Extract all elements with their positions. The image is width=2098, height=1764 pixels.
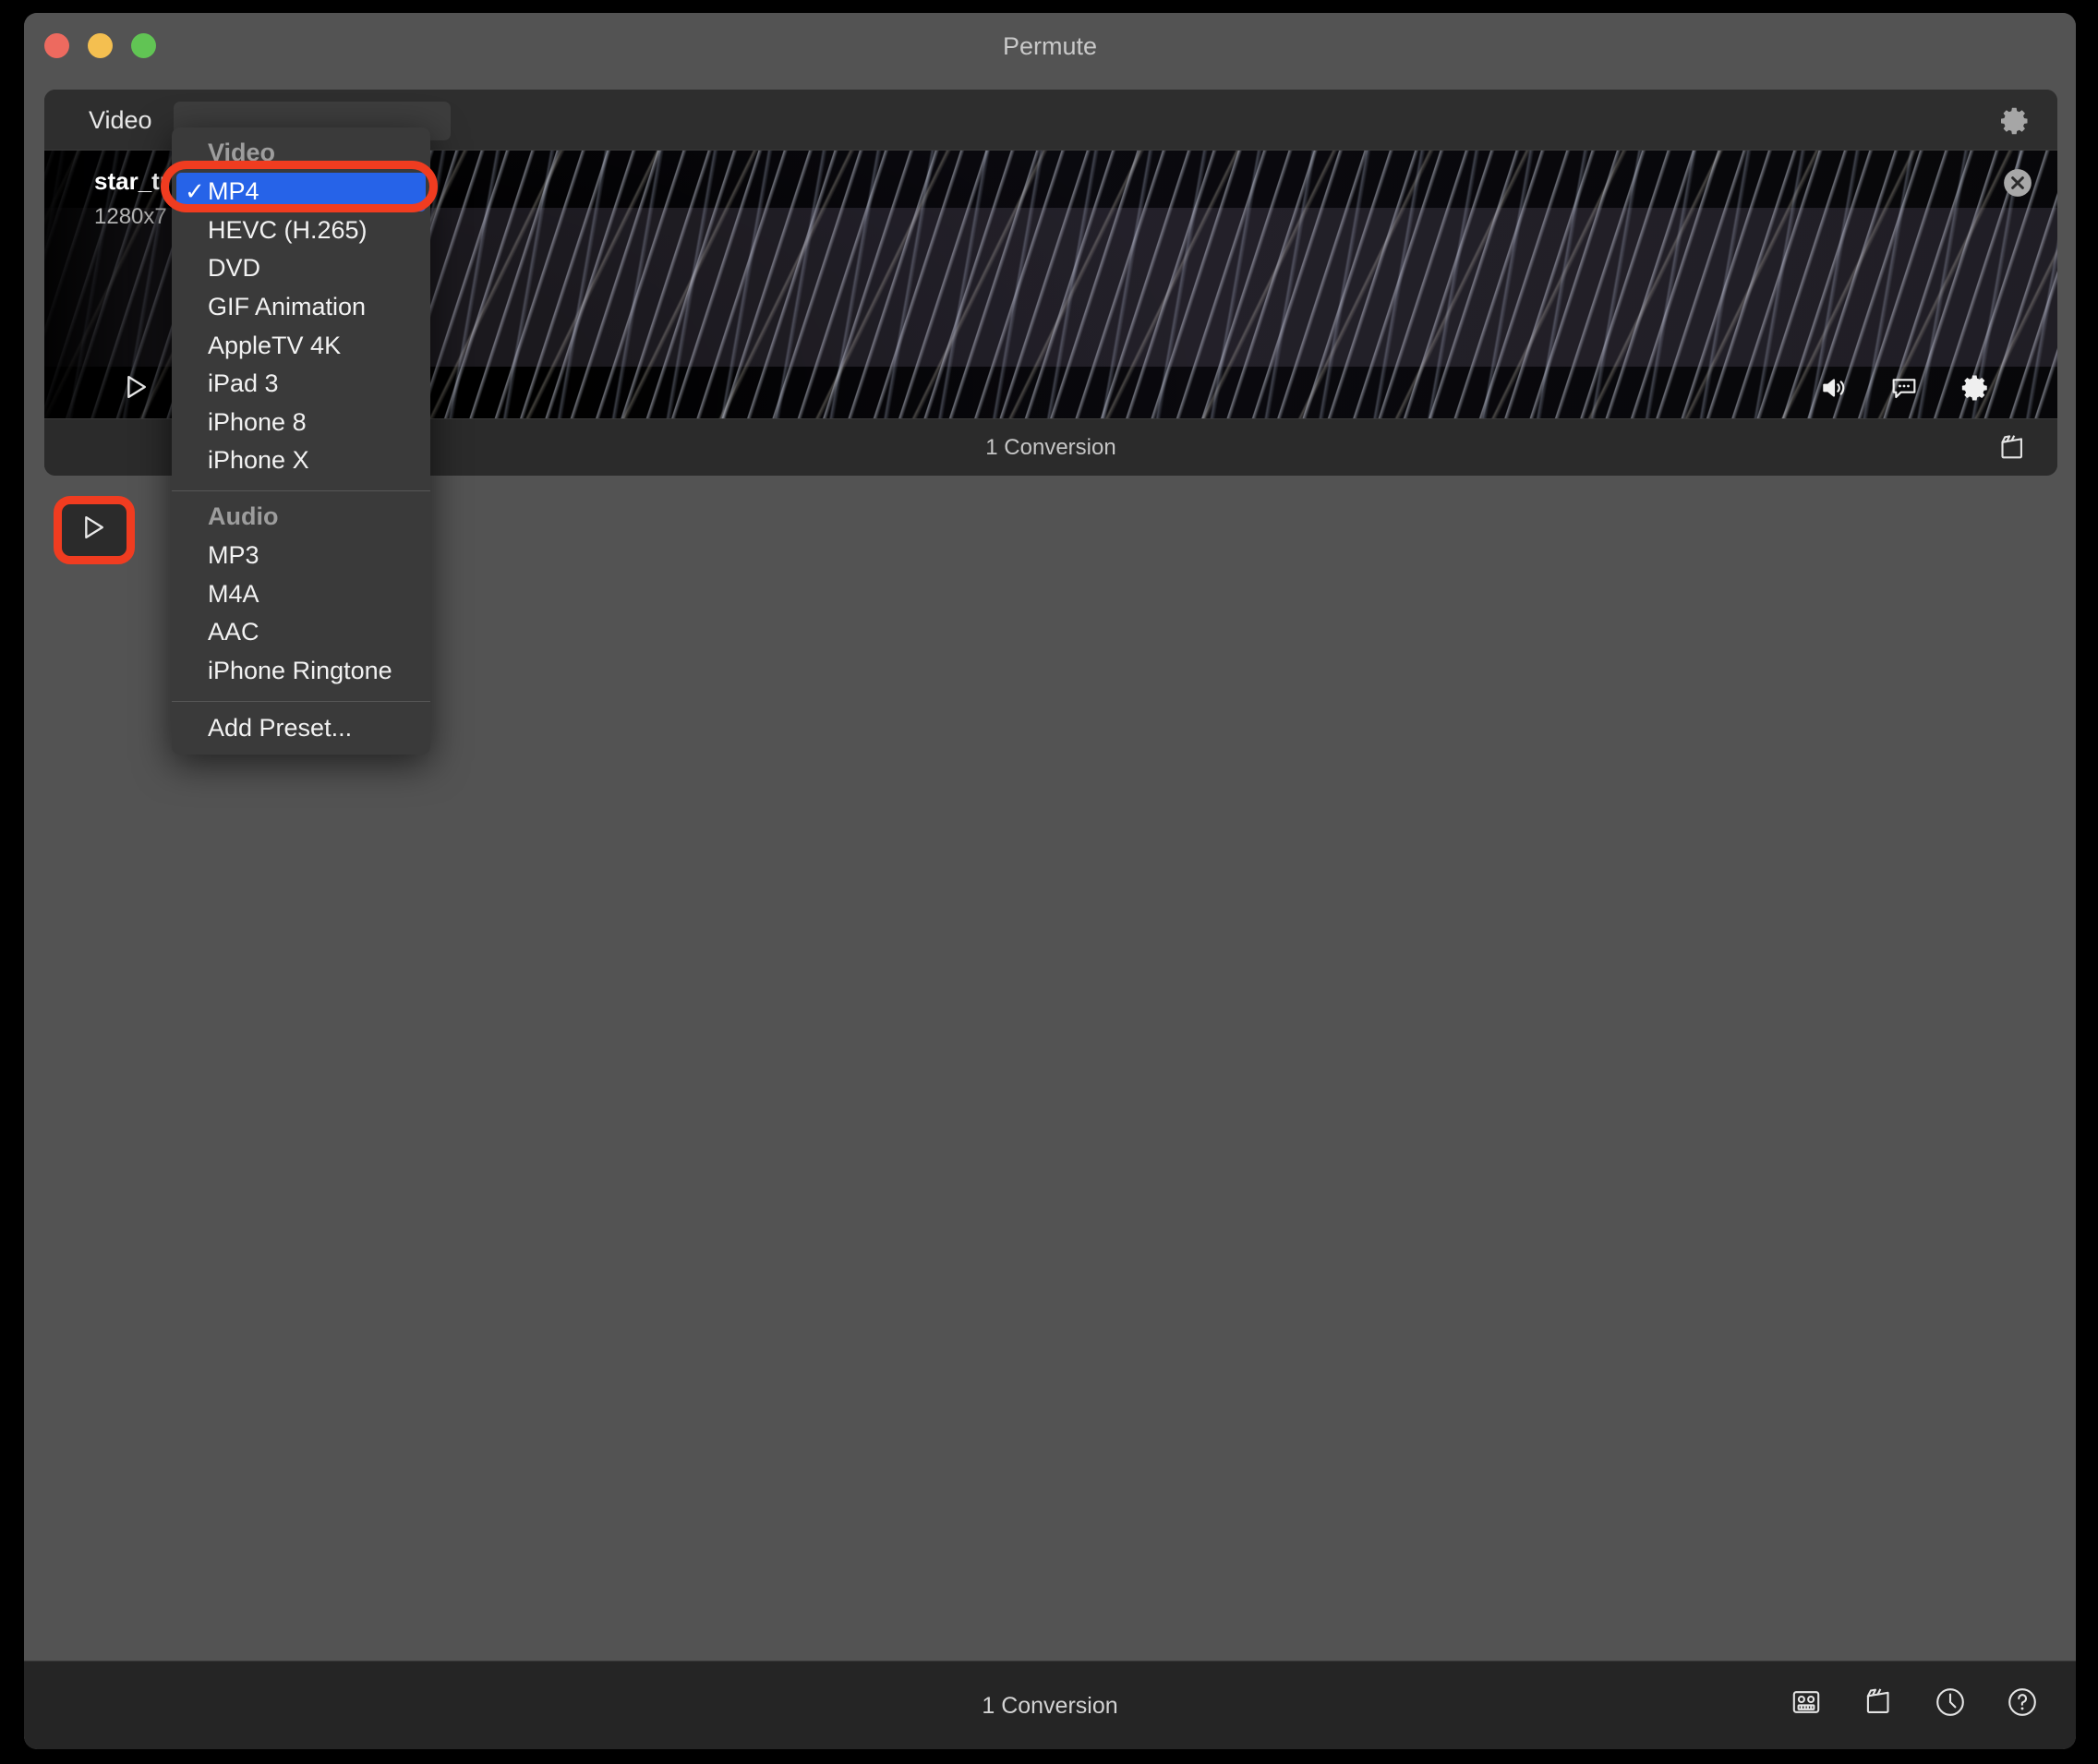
bottom-status-bar: 1 Conversion	[24, 1661, 2076, 1749]
bottom-status-label: 1 Conversion	[24, 1661, 2076, 1749]
preset-type-label: Video	[89, 90, 152, 151]
file-info-card: star_tr 1280x7	[94, 162, 180, 239]
menu-item-iphone-ringtone[interactable]: iPhone Ringtone	[172, 652, 430, 691]
robot-icon[interactable]	[1790, 1685, 1823, 1719]
gear-icon[interactable]	[1959, 372, 1991, 404]
menu-item-label: MP4	[208, 177, 259, 205]
checkmark-icon: ✓	[185, 175, 205, 207]
volume-icon[interactable]	[1819, 373, 1849, 403]
clapperboard-icon[interactable]	[1862, 1685, 1895, 1719]
menu-item-ipad-3[interactable]: iPad 3	[172, 365, 430, 404]
menu-item-iphone-x[interactable]: iPhone X	[172, 441, 430, 480]
menu-item-label: iPhone 8	[208, 408, 307, 436]
menu-item-mp4[interactable]: ✓ MP4	[176, 173, 426, 211]
menu-item-appletv-4k[interactable]: AppleTV 4K	[172, 327, 430, 366]
play-icon	[74, 509, 111, 546]
menu-item-label: GIF Animation	[208, 293, 366, 320]
menu-section-title-video: Video	[172, 135, 430, 173]
file-metadata-label: 1280x7	[94, 204, 169, 230]
clock-icon[interactable]	[1934, 1685, 1967, 1719]
menu-item-gif-animation[interactable]: GIF Animation	[172, 288, 430, 327]
clapperboard-icon[interactable]	[1996, 432, 2028, 464]
window-titlebar: Permute	[24, 13, 2076, 79]
menu-item-label: Add Preset...	[208, 714, 352, 742]
help-icon[interactable]	[2006, 1685, 2039, 1719]
menu-item-label: DVD	[208, 254, 260, 282]
menu-item-hevc[interactable]: HEVC (H.265)	[172, 211, 430, 250]
menu-item-label: iPhone Ringtone	[208, 657, 392, 684]
menu-item-label: AppleTV 4K	[208, 332, 341, 359]
preset-dropdown-menu[interactable]: Video ✓ MP4 HEVC (H.265) DVD GIF Animati…	[172, 127, 430, 755]
menu-item-label: MP3	[208, 541, 259, 569]
menu-separator	[172, 701, 430, 702]
menu-item-label: M4A	[208, 580, 259, 608]
menu-item-label: iPad 3	[208, 369, 279, 397]
subtitles-icon[interactable]	[1889, 373, 1919, 403]
menu-item-add-preset[interactable]: Add Preset...	[172, 709, 430, 748]
play-icon[interactable]	[116, 369, 153, 405]
menu-item-label: AAC	[208, 618, 259, 646]
bottom-toolbar-icons	[1790, 1685, 2039, 1719]
menu-item-dvd[interactable]: DVD	[172, 249, 430, 288]
file-name-label: star_tr	[94, 167, 169, 196]
menu-item-label: iPhone X	[208, 446, 309, 474]
menu-separator	[172, 490, 430, 491]
menu-item-iphone-8[interactable]: iPhone 8	[172, 404, 430, 442]
menu-item-mp3[interactable]: MP3	[172, 537, 430, 575]
menu-item-m4a[interactable]: M4A	[172, 575, 430, 614]
preview-action-icons	[1819, 372, 1991, 404]
menu-section-title-audio: Audio	[172, 499, 430, 537]
start-conversion-button[interactable]	[57, 497, 127, 558]
close-circle-icon[interactable]	[2002, 167, 2033, 199]
menu-item-label: HEVC (H.265)	[208, 216, 368, 244]
menu-item-aac[interactable]: AAC	[172, 613, 430, 652]
app-window: Permute Video star_tr	[24, 13, 2076, 1749]
content-body: Video star_tr 1280x7	[24, 79, 2076, 1661]
window-title: Permute	[24, 13, 2076, 79]
gear-icon[interactable]	[1998, 104, 2032, 138]
